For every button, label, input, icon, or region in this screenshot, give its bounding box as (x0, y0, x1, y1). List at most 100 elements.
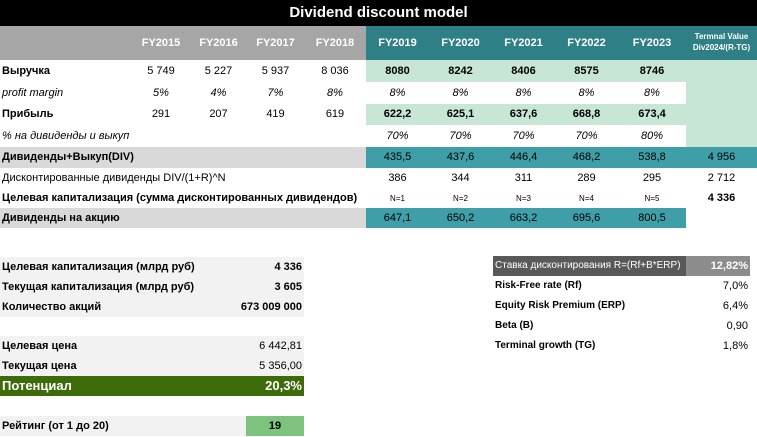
rate-beta-value: 0,90 (726, 320, 748, 332)
div-fy2019: 435,5 (383, 151, 412, 163)
row-label-profit: Прибыль (2, 108, 54, 120)
revenue-fy2015: 5 749 (147, 65, 175, 77)
rate-discount-value: 12,82% (710, 260, 748, 272)
header-blank (0, 26, 132, 60)
revenue-fy2018: 8 036 (321, 65, 349, 77)
div-fy2023: 538,8 (638, 151, 666, 163)
rating-label: Рейтинг (от 1 до 20) (2, 420, 109, 432)
summary-current-cap-label: Текущая капитализация (млрд руб) (2, 281, 195, 293)
row-label-margin: profit margin (2, 87, 64, 99)
rate-discount-label: Ставка дисконтирования R=(Rf+B*ERP) (495, 260, 681, 271)
dps-fy2020: 650,2 (446, 212, 475, 224)
rate-erp-label: Equity Risk Premium (ERP) (495, 300, 626, 311)
disc-fy2021: 311 (514, 172, 533, 184)
profit-fy2020: 625,1 (446, 108, 475, 120)
terminal-header-line2: Div2024/(R-TG) (692, 43, 751, 52)
payout-fy2019: 70% (386, 130, 409, 142)
terminal-top-bg (686, 60, 757, 147)
disc-fy2023: 295 (642, 172, 662, 184)
rate-tg-label: Terminal growth (TG) (495, 340, 596, 351)
summary-target-price-value: 6 442,81 (259, 340, 302, 352)
header-fy2021: FY2021 (492, 26, 555, 60)
profit-fy2022: 668,8 (572, 108, 601, 120)
target-n5: N=5 (644, 194, 660, 203)
dps-fy2021: 663,2 (509, 212, 538, 224)
page-title: Dividend discount model (0, 0, 757, 26)
target-terminal: 4 336 (707, 192, 736, 204)
profit-fy2019: 622,2 (383, 108, 412, 120)
payout-fy2022: 70% (575, 130, 598, 142)
summary-current-price-value: 5 356,00 (259, 360, 302, 372)
row-label-dividends: Дивиденды+Выкуп(DIV) (2, 151, 134, 163)
terminal-header-line1: Termnal Value (694, 32, 749, 41)
summary-shares-value: 673 009 000 (240, 301, 302, 313)
div-fy2021: 446,4 (509, 151, 538, 163)
margin-fy2015: 5% (153, 87, 169, 99)
revenue-fy2017: 5 937 (261, 65, 290, 77)
potential-label: Потенциал (2, 378, 72, 393)
rate-rf-value: 7,0% (722, 280, 748, 292)
disc-terminal: 2 712 (707, 172, 736, 184)
summary-current-price-label: Текущая цена (2, 360, 77, 372)
rate-beta-label: Beta (B) (495, 320, 534, 331)
summary-shares-label: Количество акций (2, 301, 102, 313)
div-fy2020: 437,6 (446, 151, 475, 163)
margin-fy2017: 7% (267, 87, 284, 99)
dps-fy2023: 800,5 (638, 212, 666, 224)
summary-target-cap-label: Целевая капитализация (млрд руб) (2, 261, 195, 273)
row-label-payout: % на дивиденды и выкуп (2, 130, 130, 142)
revenue-fy2022: 8575 (574, 65, 599, 77)
header-fy2017: FY2017 (247, 26, 304, 60)
summary-target-cap-value: 4 336 (274, 261, 302, 273)
rate-tg-value: 1,8% (722, 340, 748, 352)
rate-erp-value: 6,4% (722, 300, 748, 312)
summary-target-price-label: Целевая цена (2, 340, 78, 352)
margin-fy2022: 8% (578, 87, 595, 99)
profit-fy2016: 207 (209, 108, 228, 120)
payout-fy2023: 80% (640, 130, 664, 142)
rating-value: 19 (246, 416, 304, 436)
revenue-fy2016: 5 227 (204, 65, 233, 77)
dps-fy2019: 647,1 (383, 212, 412, 224)
target-n4: N=4 (579, 194, 594, 203)
header-fy2020: FY2020 (429, 26, 492, 60)
summary-current-cap-value: 3 605 (274, 281, 302, 293)
revenue-fy2019: 8080 (385, 65, 410, 77)
row-label-target: Целевая капитализация (сумма дисконтиров… (2, 192, 358, 204)
margin-fy2021: 8% (515, 87, 532, 99)
revenue-fy2021: 8406 (511, 65, 536, 77)
target-n1: N=1 (390, 194, 405, 203)
row-label-revenue: Выручка (2, 65, 51, 77)
div-terminal: 4 956 (707, 151, 736, 163)
margin-fy2016: 4% (210, 87, 227, 99)
target-n2: N=2 (453, 194, 468, 203)
row-label-dps: Дивиденды на акцию (2, 212, 120, 224)
margin-fy2018: 8% (327, 87, 343, 99)
profit-fy2015: 291 (151, 108, 171, 120)
profit-fy2023: 673,4 (638, 108, 666, 120)
margin-fy2023: 8% (644, 87, 660, 99)
revenue-fy2020: 8242 (448, 65, 473, 77)
header-fy2018: FY2018 (304, 26, 366, 60)
header-fy2015: FY2015 (132, 26, 190, 60)
header-terminal: Termnal Value Div2024/(R-TG) (686, 26, 757, 60)
potential-value: 20,3% (265, 378, 302, 393)
disc-fy2019: 386 (388, 172, 407, 184)
header-fy2019: FY2019 (366, 26, 429, 60)
dps-fy2022: 695,6 (572, 212, 601, 224)
profit-fy2018: 619 (325, 108, 345, 120)
div-fy2022: 468,2 (572, 151, 601, 163)
margin-fy2020: 8% (452, 87, 469, 99)
row-label-discounted: Дисконтированные дивиденды DIV/(1+R)^N (2, 172, 226, 184)
payout-fy2021: 70% (512, 130, 535, 142)
rate-rf-label: Risk-Free rate (Rf) (495, 280, 582, 291)
revenue-fy2023: 8746 (639, 65, 665, 77)
header-fy2016: FY2016 (190, 26, 247, 60)
header-fy2023: FY2023 (618, 26, 686, 60)
profit-fy2017: 419 (266, 108, 285, 120)
margin-fy2019: 8% (389, 87, 406, 99)
disc-fy2020: 344 (451, 172, 470, 184)
payout-fy2020: 70% (449, 130, 472, 142)
profit-fy2021: 637,6 (509, 108, 538, 120)
disc-fy2022: 289 (577, 172, 596, 184)
